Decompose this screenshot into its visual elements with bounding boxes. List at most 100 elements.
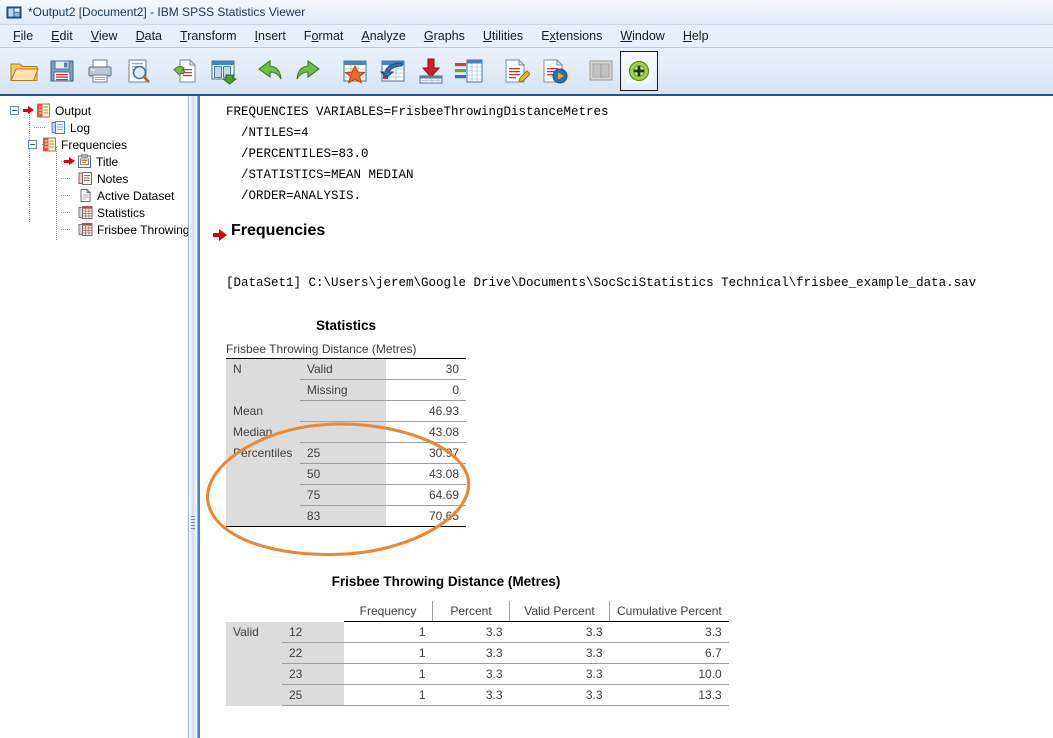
undo-icon[interactable] (251, 51, 289, 91)
variables-icon[interactable] (450, 51, 488, 91)
frequency-table-block[interactable]: Frisbee Throwing Distance (Metres) Frequ… (226, 574, 729, 706)
menu-item-extensions[interactable]: Extensions (532, 26, 611, 46)
toolbar (0, 48, 1053, 96)
output-icon (41, 136, 58, 153)
stat-label (226, 380, 300, 401)
selection-marker-icon (64, 156, 76, 167)
table-row[interactable]: 25 1 3.3 3.3 13.3 (226, 685, 729, 706)
splitter-grip[interactable] (191, 516, 195, 530)
table-row[interactable]: Percentiles 25 30.97 (226, 443, 466, 464)
cumulative-percent-value: 10.0 (610, 664, 729, 685)
table-row[interactable]: 23 1 3.3 3.3 10.0 (226, 664, 729, 685)
cumulative-percent-value: 6.7 (610, 643, 729, 664)
save-icon[interactable] (43, 51, 81, 91)
stat-label: Median (226, 422, 300, 443)
syntax-block: FREQUENCIES VARIABLES=FrisbeeThrowingDis… (226, 102, 609, 207)
table-row[interactable]: 83 70.65 (226, 506, 466, 527)
statistics-table-subtitle: Frisbee Throwing Distance (Metres) (226, 342, 466, 356)
expander-output[interactable] (6, 102, 23, 119)
statistics-table-block[interactable]: Statistics Frisbee Throwing Distance (Me… (226, 318, 466, 527)
menu-item-edit[interactable]: Edit (42, 26, 82, 46)
tree-item-output[interactable]: Output (4, 102, 188, 119)
frequency-table-title: Frisbee Throwing Distance (Metres) (226, 574, 666, 589)
menu-item-help[interactable]: Help (674, 26, 718, 46)
output-document-pane[interactable]: FREQUENCIES VARIABLES=FrisbeeThrowingDis… (198, 96, 1053, 738)
menu-item-analyze[interactable]: Analyze (352, 26, 414, 46)
table-row[interactable]: Median 43.08 (226, 422, 466, 443)
stat-label: N (226, 359, 300, 380)
goto-variable-icon[interactable] (374, 51, 412, 91)
group-label-empty (226, 643, 282, 664)
goto-case-icon[interactable] (336, 51, 374, 91)
expander-frequencies[interactable] (24, 136, 41, 153)
title-icon (76, 153, 93, 170)
stat-value: 0 (386, 380, 466, 401)
table-row[interactable]: Mean 46.93 (226, 401, 466, 422)
menu-item-view[interactable]: View (82, 26, 127, 46)
tree-item-log[interactable]: Log (4, 119, 188, 136)
print-preview-icon[interactable] (119, 51, 157, 91)
open-file-icon[interactable] (5, 51, 43, 91)
percent-value: 3.3 (433, 622, 510, 643)
stat-sublabel: Missing (300, 380, 386, 401)
syntax-line: /NTILES=4 (226, 123, 609, 144)
menu-item-window[interactable]: Window (611, 26, 673, 46)
table-row[interactable]: Missing 0 (226, 380, 466, 401)
pane-splitter[interactable] (188, 96, 198, 738)
table-row[interactable]: 50 43.08 (226, 464, 466, 485)
export-document-icon[interactable] (166, 51, 204, 91)
menu-item-utilities[interactable]: Utilities (474, 26, 532, 46)
syntax-line: FREQUENCIES VARIABLES=FrisbeeThrowingDis… (226, 102, 609, 123)
menu-item-transform[interactable]: Transform (171, 26, 246, 46)
menu-item-file[interactable]: File (4, 26, 42, 46)
column-header-valid-percent: Valid Percent (510, 601, 610, 622)
stat-label (226, 464, 300, 485)
tree-item-title[interactable]: Title (4, 153, 188, 170)
tree-item-notes[interactable]: Notes (4, 170, 188, 187)
table-row[interactable]: 22 1 3.3 3.3 6.7 (226, 643, 729, 664)
edit-syntax-icon[interactable] (497, 51, 535, 91)
table-icon (77, 221, 94, 238)
group-label: Valid (226, 622, 282, 643)
tree-item-label: Frisbee Throwing (97, 223, 188, 237)
run-syntax-icon[interactable] (535, 51, 573, 91)
valid-percent-value: 3.3 (510, 622, 610, 643)
tree-item-active-dataset[interactable]: Active Dataset (4, 187, 188, 204)
statistics-table[interactable]: N Valid 30 Missing 0 Mean 46.93 (226, 358, 466, 527)
column-header-percent: Percent (433, 601, 510, 622)
menu-item-insert[interactable]: Insert (246, 26, 295, 46)
syntax-line: /PERCENTILES=83.0 (226, 144, 609, 165)
hide-show-icon[interactable] (582, 51, 620, 91)
tree-item-label: Active Dataset (97, 189, 174, 203)
table-row[interactable]: Valid 12 1 3.3 3.3 3.3 (226, 622, 729, 643)
output-scroll-area[interactable]: FREQUENCIES VARIABLES=FrisbeeThrowingDis… (200, 96, 1053, 738)
stat-value: 43.08 (386, 464, 466, 485)
print-icon[interactable] (81, 51, 119, 91)
menu-item-data[interactable]: Data (127, 26, 171, 46)
table-row[interactable]: 75 64.69 (226, 485, 466, 506)
stat-label (226, 485, 300, 506)
outline-tree-pane[interactable]: Output Log (0, 96, 188, 738)
group-label-empty (226, 664, 282, 685)
insert-data-icon[interactable] (412, 51, 450, 91)
table-row[interactable]: N Valid 30 (226, 359, 466, 380)
valid-percent-value: 3.3 (510, 664, 610, 685)
stat-sublabel: 25 (300, 443, 386, 464)
menu-item-format[interactable]: Format (295, 26, 353, 46)
frequency-value: 1 (344, 664, 433, 685)
menu-item-graphs[interactable]: Graphs (415, 26, 474, 46)
syntax-line: /ORDER=ANALYSIS. (226, 186, 609, 207)
tree-item-frisbee-throwing[interactable]: Frisbee Throwing (4, 221, 188, 238)
percent-value: 3.3 (433, 664, 510, 685)
cumulative-percent-value: 13.3 (610, 685, 729, 706)
tree-item-statistics[interactable]: Statistics (4, 204, 188, 221)
tree-item-frequencies[interactable]: Frequencies (4, 136, 188, 153)
dialog-recall-icon[interactable] (204, 51, 242, 91)
value-label: 12 (282, 622, 344, 643)
table-icon (77, 204, 94, 221)
value-label: 22 (282, 643, 344, 664)
stat-sublabel: 75 (300, 485, 386, 506)
frequency-table[interactable]: Frequency Percent Valid Percent Cumulati… (226, 601, 729, 706)
insert-object-icon[interactable] (620, 51, 658, 91)
redo-icon[interactable] (289, 51, 327, 91)
